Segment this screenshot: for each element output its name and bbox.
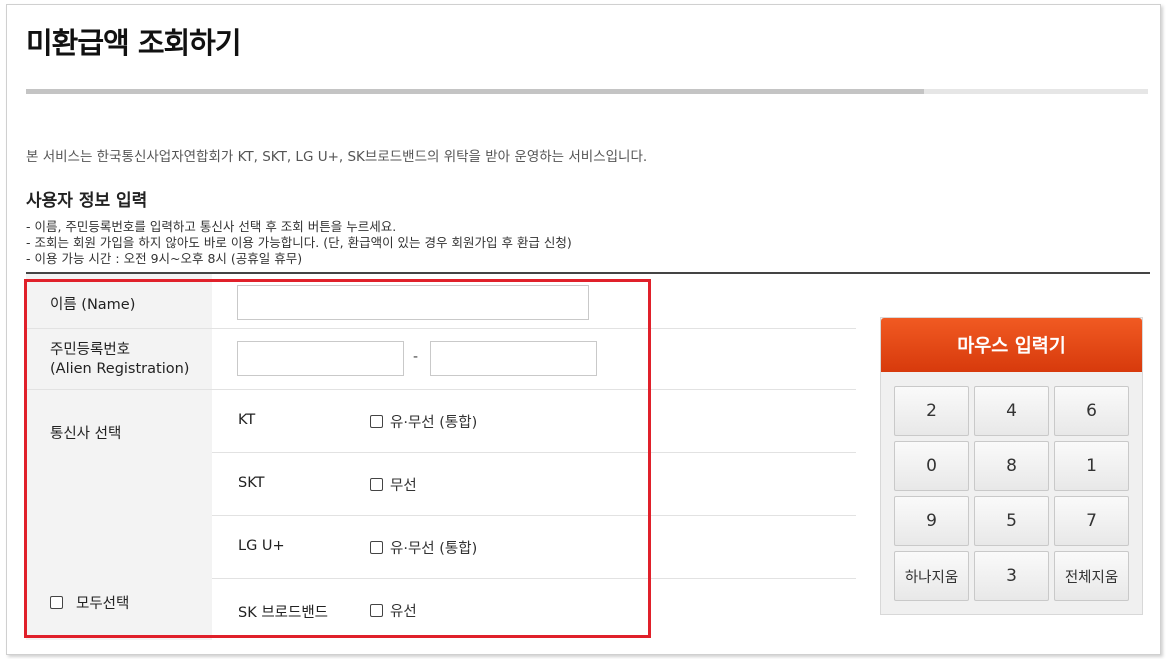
keypad-key[interactable]: 0 [894, 441, 969, 491]
instructions: - 이름, 주민등록번호를 입력하고 통신사 선택 후 조회 버튼을 누르세요.… [26, 219, 572, 267]
keypad-key[interactable]: 9 [894, 496, 969, 546]
keypad-key[interactable]: 5 [974, 496, 1049, 546]
service-intro: 본 서비스는 한국통신사업자연합회가 KT, SKT, LG U+, SK브로드… [26, 149, 648, 165]
keypad-key[interactable]: 6 [1054, 386, 1129, 436]
keypad-key[interactable]: 2 [894, 386, 969, 436]
instruction-line: - 이용 가능 시간 : 오전 9시~오후 8시 (공휴일 휴무) [26, 251, 303, 266]
instruction-line: - 조회는 회원 가입을 하지 않아도 바로 이용 가능합니다. (단, 환급액… [26, 235, 572, 250]
progress-fill [26, 89, 924, 94]
section-title: 사용자 정보 입력 [26, 191, 148, 211]
page-title: 미환급액 조회하기 [26, 26, 242, 60]
clear-all-key[interactable]: 전체지움 [1054, 551, 1129, 601]
keypad-title: 마우스 입력기 [881, 318, 1142, 372]
mouse-keypad: 마우스 입력기 2 4 6 0 8 1 9 5 7 하나지움 3 전체지움 [880, 317, 1143, 615]
keypad-key[interactable]: 7 [1054, 496, 1129, 546]
instruction-line: - 이름, 주민등록번호를 입력하고 통신사 선택 후 조회 버튼을 누르세요. [26, 219, 397, 234]
keypad-key[interactable]: 1 [1054, 441, 1129, 491]
highlight-box [24, 279, 651, 638]
backspace-key[interactable]: 하나지움 [894, 551, 969, 601]
keypad-key[interactable]: 4 [974, 386, 1049, 436]
keypad-key[interactable]: 8 [974, 441, 1049, 491]
keypad-key[interactable]: 3 [974, 551, 1049, 601]
progress-bar [26, 89, 1148, 94]
